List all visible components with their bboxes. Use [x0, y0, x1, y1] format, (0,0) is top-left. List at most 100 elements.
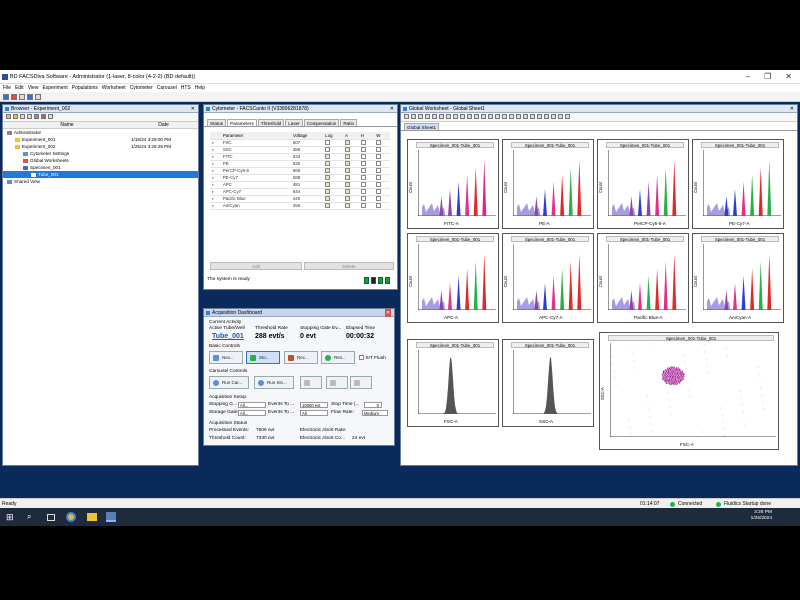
tab-laser[interactable]: Laser [285, 119, 303, 126]
worksheet-tool-icon[interactable] [446, 114, 451, 119]
histogram-plot[interactable]: Specimen_001-Tube_001 SSC-A [502, 339, 594, 427]
area-checkbox[interactable] [344, 189, 350, 195]
area-checkbox[interactable] [344, 154, 350, 160]
worksheet-tool-icon[interactable] [439, 114, 444, 119]
param-voltage[interactable]: 588 [290, 174, 324, 182]
worksheet-tool-icon[interactable] [495, 114, 500, 119]
log-checkbox[interactable] [325, 161, 331, 167]
worksheet-tool-icon[interactable] [551, 114, 556, 119]
param-row[interactable]: ▸ PE 530 [210, 160, 390, 168]
area-checkbox[interactable] [344, 175, 350, 181]
worksheet-tool-icon[interactable] [509, 114, 514, 119]
tree-item[interactable]: Shared View [3, 178, 198, 185]
worksheet-tool-icon[interactable] [530, 114, 535, 119]
facsdiva-taskbar-icon[interactable] [106, 512, 116, 522]
worksheet-tool-icon[interactable] [453, 114, 458, 119]
inspector-toggle-icon[interactable] [27, 94, 33, 100]
worksheet-close-icon[interactable]: ✕ [790, 105, 794, 113]
histogram-plot[interactable]: Specimen_001-Tube_001 FSC-A [407, 339, 499, 427]
menu-cytometer[interactable]: Cytometer [130, 84, 153, 92]
log-checkbox[interactable] [325, 147, 331, 153]
events-to-record-select[interactable]: 10000 evt [300, 402, 328, 408]
tree-item[interactable]: Cytometer Settings [3, 150, 198, 157]
menu-worksheet[interactable]: Worksheet [102, 84, 126, 92]
param-voltage[interactable]: 456 [290, 202, 324, 210]
tree-item[interactable]: Global Worksheets [3, 157, 198, 164]
tree-item[interactable]: Experiment_002 1/25/24 3:26:25 PM [3, 143, 198, 150]
new-specimen-icon[interactable] [20, 114, 25, 119]
storage-gate-select[interactable]: All... [238, 410, 266, 416]
worksheet-tool-icon[interactable] [523, 114, 528, 119]
acquisition-toggle-icon[interactable] [35, 94, 41, 100]
worksheet-tool-icon[interactable] [558, 114, 563, 119]
height-checkbox[interactable] [360, 189, 366, 195]
width-checkbox[interactable] [376, 189, 382, 195]
param-row[interactable]: ▸ Pacific Blue 440 [210, 195, 390, 203]
param-row[interactable]: ▸ APC 481 [210, 181, 390, 189]
width-checkbox[interactable] [376, 154, 382, 160]
param-voltage[interactable]: 386 [290, 146, 324, 154]
dashboard-close-icon[interactable]: ✕ [384, 309, 391, 317]
histogram-plot[interactable]: Specimen_001-Tube_001 PE-Cy7-A Count [692, 139, 784, 229]
height-checkbox[interactable] [360, 196, 366, 202]
width-checkbox[interactable] [376, 196, 382, 202]
start-icon[interactable]: ⊞ [6, 512, 16, 522]
run-carousel-button[interactable]: Run Car... [209, 376, 249, 389]
add-button[interactable]: Add [210, 262, 302, 270]
menu-edit[interactable]: Edit [15, 84, 24, 92]
param-voltage[interactable]: 668 [290, 167, 324, 175]
worksheet-tool-icon[interactable] [537, 114, 542, 119]
area-checkbox[interactable] [344, 182, 350, 188]
histogram-plot[interactable]: Specimen_001-Tube_001 FSC-A SSC-A [599, 332, 779, 450]
browser-toggle-icon[interactable] [3, 94, 9, 100]
histogram-plot[interactable]: Specimen_001-Tube_001 Pacific Blue-A Count [597, 233, 689, 323]
col-name[interactable]: Name [3, 122, 131, 128]
log-checkbox[interactable] [325, 154, 331, 160]
log-checkbox[interactable] [325, 189, 331, 195]
log-checkbox[interactable] [325, 168, 331, 174]
worksheet-tool-icon[interactable] [516, 114, 521, 119]
tab-ratio[interactable]: Ratio [340, 119, 358, 126]
record-data-button[interactable]: Rec... [284, 351, 318, 364]
system-clock[interactable]: 3:26 PM 1/25/2024 [751, 510, 772, 522]
param-voltage[interactable]: 533 [290, 153, 324, 161]
tab-status[interactable]: Status [207, 119, 227, 126]
log-checkbox[interactable] [325, 175, 331, 181]
carousel-button-3[interactable] [300, 376, 322, 389]
worksheet-tool-icon[interactable] [425, 114, 430, 119]
height-checkbox[interactable] [360, 147, 366, 153]
new-folder-icon[interactable] [6, 114, 11, 119]
param-row[interactable]: ▸ FSC 607 [210, 139, 390, 147]
tree-item[interactable]: Tube_001 [3, 171, 198, 178]
width-checkbox[interactable] [376, 147, 382, 153]
browser-close-icon[interactable]: ✕ [191, 105, 195, 113]
width-checkbox[interactable] [376, 182, 382, 188]
worksheet-tool-icon[interactable] [432, 114, 437, 119]
worksheet-tool-icon[interactable] [565, 114, 570, 119]
worksheet-tool-icon[interactable] [481, 114, 486, 119]
param-voltage[interactable]: 644 [290, 188, 324, 196]
histogram-plot[interactable]: Specimen_001-Tube_001 PerCP-Cy5-5-A Count [597, 139, 689, 229]
worksheet-tool-icon[interactable] [544, 114, 549, 119]
close-button[interactable]: ✕ [785, 72, 792, 81]
minimize-button[interactable]: – [746, 72, 750, 81]
width-checkbox[interactable] [376, 203, 382, 209]
area-checkbox[interactable] [344, 161, 350, 167]
height-checkbox[interactable] [360, 203, 366, 209]
worksheet-tool-icon[interactable] [467, 114, 472, 119]
menu-hts[interactable]: HTS [181, 84, 191, 92]
stopping-gate-select[interactable]: All... [238, 402, 266, 408]
param-row[interactable]: ▸ APC-Cy7 644 [210, 188, 390, 196]
height-checkbox[interactable] [360, 154, 366, 160]
width-checkbox[interactable] [376, 140, 382, 146]
cytometer-toggle-icon[interactable] [11, 94, 17, 100]
tab-compensation[interactable]: Compensation [303, 119, 340, 126]
carousel-button-4[interactable] [326, 376, 348, 389]
worksheet-tool-icon[interactable] [411, 114, 416, 119]
menu-carousel[interactable]: Carousel [157, 84, 177, 92]
menu-file[interactable]: File [3, 84, 11, 92]
next-tube-button[interactable]: Nex... [209, 351, 243, 364]
height-checkbox[interactable] [360, 182, 366, 188]
height-checkbox[interactable] [360, 175, 366, 181]
height-checkbox[interactable] [360, 161, 366, 167]
